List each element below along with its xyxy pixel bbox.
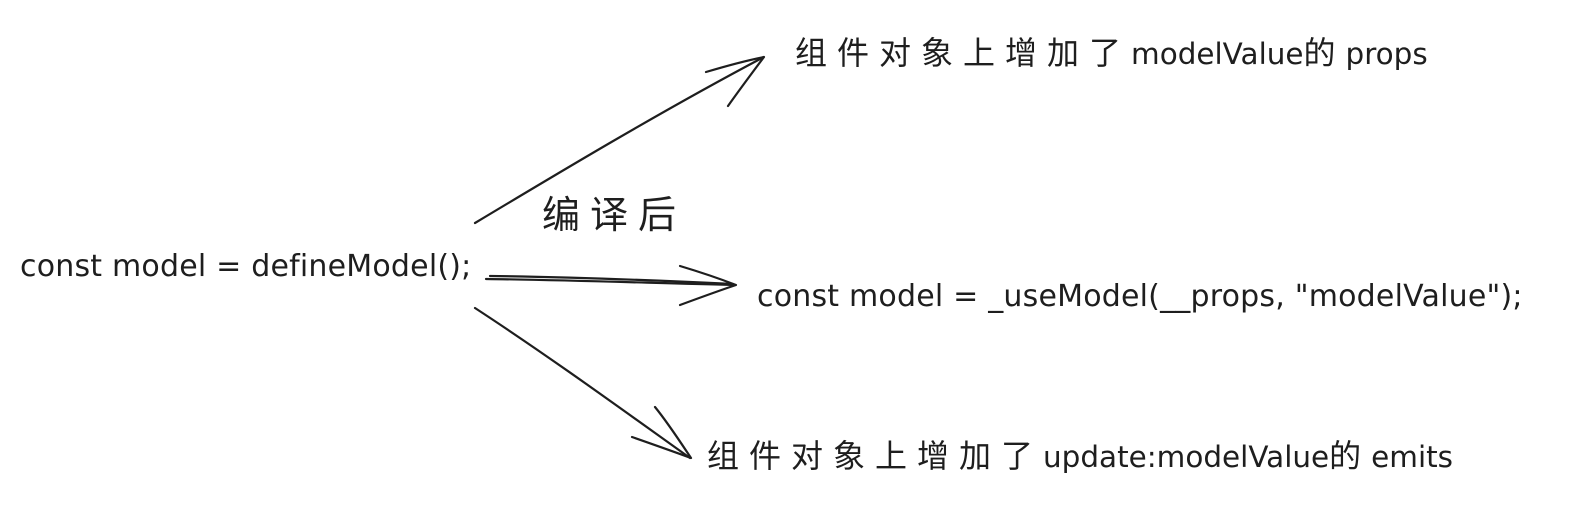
props-note-keyword: modelValue bbox=[1131, 37, 1304, 71]
emits-note: 组件对象上增加了update:modelValue的emits bbox=[707, 440, 1453, 472]
arrow-shaft bbox=[473, 306, 692, 460]
arrowhead bbox=[704, 55, 766, 108]
diagram-canvas: const model = defineModel(); 编译后 const m… bbox=[0, 0, 1591, 521]
props-note: 组件对象上增加了modelValue的props bbox=[795, 37, 1428, 69]
emits-note-suffix: emits bbox=[1371, 440, 1454, 474]
props-note-suffix: props bbox=[1345, 37, 1428, 71]
arrowhead bbox=[630, 405, 693, 460]
emits-note-keyword: update:modelValue bbox=[1043, 440, 1330, 474]
props-note-prefix: 组件对象上增加了 bbox=[795, 34, 1132, 72]
compiled-code-label: const model = _useModel(__props, "modelV… bbox=[757, 279, 1523, 314]
compile-step-label: 编译后 bbox=[542, 193, 687, 237]
arrow-to-emits bbox=[473, 306, 693, 460]
arrow-to-compiled bbox=[484, 264, 738, 307]
emits-note-middle: 的 bbox=[1329, 437, 1372, 475]
props-note-middle: 的 bbox=[1303, 34, 1346, 72]
source-code-label: const model = defineModel(); bbox=[20, 249, 472, 284]
emits-note-prefix: 组件对象上增加了 bbox=[707, 437, 1044, 475]
